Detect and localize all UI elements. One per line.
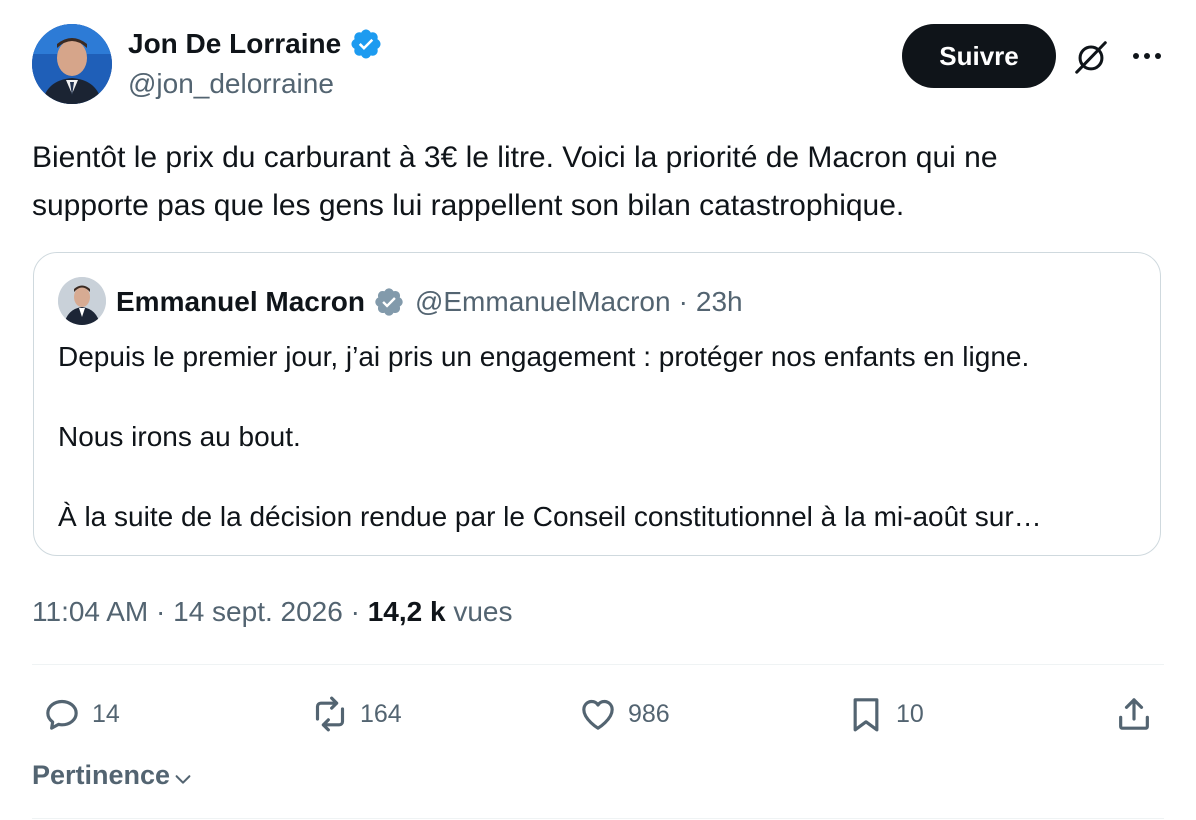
quote-header: Emmanuel Macron @EmmanuelMacron · 23h: [116, 283, 743, 321]
tweet-meta: 11:04 AM · 14 sept. 2026 · 14,2 k vues: [32, 594, 513, 630]
quote-text-line: À la suite de la décision rendue par le …: [58, 501, 1042, 532]
tweet-text: Bientôt le prix du carburant à 3€ le lit…: [32, 134, 1172, 230]
views-count: 14,2 k: [367, 596, 446, 627]
share-icon[interactable]: [1114, 694, 1154, 734]
reply-icon: [46, 699, 78, 730]
follow-button[interactable]: Suivre: [902, 24, 1056, 88]
reply-count: 14: [92, 699, 120, 728]
separator-dot: ·: [678, 286, 688, 317]
quote-avatar[interactable]: [58, 277, 106, 325]
author-name[interactable]: Jon De Lorraine: [128, 26, 341, 62]
sort-dropdown[interactable]: Pertinence: [32, 760, 194, 791]
quoted-tweet-card[interactable]: Emmanuel Macron @EmmanuelMacron · 23h De…: [33, 252, 1161, 556]
bookmark-button[interactable]: 10: [846, 694, 924, 734]
repost-icon: [315, 696, 345, 732]
separator-dot: ·: [156, 596, 166, 627]
grok-icon[interactable]: [1072, 38, 1110, 76]
views-label: vues: [453, 596, 513, 627]
divider: [32, 664, 1164, 665]
author-handle[interactable]: @jon_delorraine: [128, 66, 334, 102]
author-name-row: Jon De Lorraine: [128, 26, 383, 62]
quote-timestamp[interactable]: 23h: [696, 283, 743, 321]
like-count: 986: [628, 699, 670, 728]
quote-author-handle[interactable]: @EmmanuelMacron: [415, 283, 671, 321]
sort-label: Pertinence: [32, 760, 171, 790]
reply-button[interactable]: 14: [42, 694, 120, 734]
chevron-down-icon: [175, 774, 191, 784]
heart-icon: [582, 699, 614, 730]
verified-gray-badge-icon: [375, 288, 403, 316]
quote-author-name[interactable]: Emmanuel Macron: [116, 283, 365, 321]
like-button[interactable]: 986: [578, 694, 670, 734]
repost-count: 164: [360, 699, 402, 728]
tweet-date[interactable]: 14 sept. 2026: [173, 596, 343, 627]
divider: [32, 818, 1164, 819]
bookmark-count: 10: [896, 699, 924, 728]
tweet-text-line: Bientôt le prix du carburant à 3€ le lit…: [32, 141, 998, 174]
quote-text-line: Nous irons au bout.: [58, 421, 301, 452]
quote-text-line: Depuis le premier jour, j’ai pris un eng…: [58, 341, 1030, 372]
more-icon[interactable]: [1130, 44, 1164, 68]
repost-button[interactable]: 164: [310, 694, 402, 734]
separator-dot: ·: [350, 596, 360, 627]
verified-badge-icon: [351, 29, 381, 59]
tweet-time[interactable]: 11:04 AM: [32, 596, 148, 627]
author-avatar[interactable]: [32, 24, 112, 104]
bookmark-icon: [853, 698, 879, 732]
tweet-text-line: supporte pas que les gens lui rappellent…: [32, 189, 905, 222]
